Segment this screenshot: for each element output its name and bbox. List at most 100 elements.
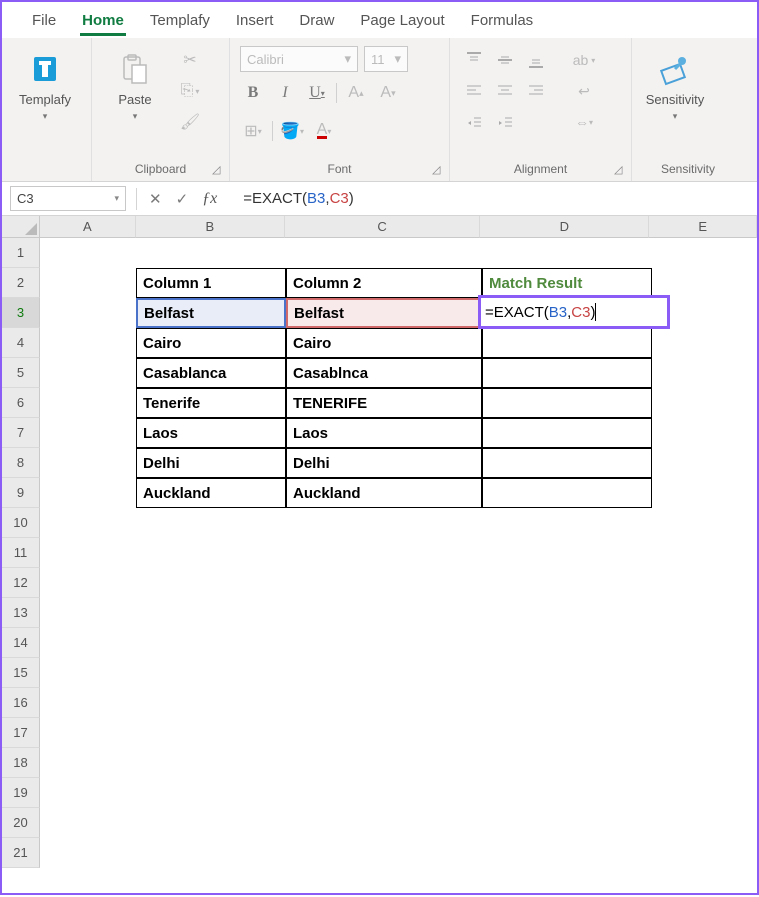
select-all-corner[interactable] bbox=[2, 216, 40, 238]
align-center-button[interactable] bbox=[491, 77, 519, 105]
row-header-5[interactable]: 5 bbox=[2, 358, 40, 388]
orientation-button[interactable]: ab▾ bbox=[562, 46, 606, 74]
column-header-c[interactable]: C bbox=[285, 216, 480, 238]
wrap-text-button[interactable]: ↩ bbox=[562, 77, 606, 105]
fill-color-button[interactable]: 🪣▾ bbox=[279, 118, 305, 144]
row-header-20[interactable]: 20 bbox=[2, 808, 40, 838]
table-cell-c9[interactable]: Auckland bbox=[286, 478, 482, 508]
table-cell-b6[interactable]: Tenerife bbox=[136, 388, 286, 418]
align-middle-button[interactable] bbox=[491, 46, 519, 74]
clipboard-launcher-icon[interactable]: ◿ bbox=[212, 163, 224, 175]
column-header-a[interactable]: A bbox=[40, 216, 136, 238]
cut-button[interactable]: ✂ bbox=[176, 46, 204, 74]
table-cell-c7[interactable]: Laos bbox=[286, 418, 482, 448]
table-cell-b4[interactable]: Cairo bbox=[136, 328, 286, 358]
table-cell-d6[interactable] bbox=[482, 388, 652, 418]
bold-button[interactable]: B bbox=[240, 80, 266, 106]
tab-file[interactable]: File bbox=[20, 4, 68, 37]
templafy-button[interactable]: Templafy ▾ bbox=[8, 42, 82, 122]
row-header-3[interactable]: 3 bbox=[2, 298, 40, 328]
tab-templafy[interactable]: Templafy bbox=[138, 4, 222, 37]
table-cell-c8[interactable]: Delhi bbox=[286, 448, 482, 478]
table-cell-d5[interactable] bbox=[482, 358, 652, 388]
row-header-4[interactable]: 4 bbox=[2, 328, 40, 358]
table-cell-b3[interactable]: Belfast bbox=[136, 298, 286, 328]
table-header-col2[interactable]: Column 2 bbox=[286, 268, 482, 298]
table-cell-d4[interactable] bbox=[482, 328, 652, 358]
column-header-d[interactable]: D bbox=[480, 216, 649, 238]
table-header-col1[interactable]: Column 1 bbox=[136, 268, 286, 298]
increase-indent-button[interactable] bbox=[491, 108, 519, 136]
sensitivity-button[interactable]: Sensitivity ▾ bbox=[638, 42, 712, 122]
row-header-19[interactable]: 19 bbox=[2, 778, 40, 808]
font-name-dropdown[interactable]: Calibri▾ bbox=[240, 46, 358, 72]
tab-insert[interactable]: Insert bbox=[224, 4, 286, 37]
column-header-e[interactable]: E bbox=[649, 216, 757, 238]
decrease-indent-button[interactable] bbox=[460, 108, 488, 136]
ribbon-tabs: File Home Templafy Insert Draw Page Layo… bbox=[2, 2, 757, 38]
row-header-7[interactable]: 7 bbox=[2, 418, 40, 448]
increase-font-button[interactable]: A▴ bbox=[343, 80, 369, 106]
table-header-match[interactable]: Match Result bbox=[482, 268, 652, 298]
row-header-1[interactable]: 1 bbox=[2, 238, 40, 268]
copy-button[interactable]: ⎘▾ bbox=[176, 77, 204, 105]
row-header-15[interactable]: 15 bbox=[2, 658, 40, 688]
row-header-10[interactable]: 10 bbox=[2, 508, 40, 538]
underline-button[interactable]: U▾ bbox=[304, 80, 330, 106]
tab-draw[interactable]: Draw bbox=[287, 4, 346, 37]
row-header-16[interactable]: 16 bbox=[2, 688, 40, 718]
row-header-13[interactable]: 13 bbox=[2, 598, 40, 628]
editing-cell-d3[interactable]: =EXACT(B3,C3) bbox=[478, 295, 670, 329]
align-left-button[interactable] bbox=[460, 77, 488, 105]
row-header-18[interactable]: 18 bbox=[2, 748, 40, 778]
table-cell-d8[interactable] bbox=[482, 448, 652, 478]
name-box[interactable]: C3 ▾ bbox=[10, 186, 126, 211]
formula-input[interactable]: =EXACT(B3,C3) bbox=[227, 190, 757, 207]
row-header-9[interactable]: 9 bbox=[2, 478, 40, 508]
row-header-17[interactable]: 17 bbox=[2, 718, 40, 748]
enter-formula-button[interactable]: ✓ bbox=[176, 190, 189, 208]
tab-formulas[interactable]: Formulas bbox=[459, 4, 546, 37]
align-top-button[interactable] bbox=[460, 46, 488, 74]
merge-icon: ⇔ bbox=[575, 114, 589, 130]
decrease-font-button[interactable]: A▾ bbox=[375, 80, 401, 106]
cancel-formula-button[interactable]: ✕ bbox=[149, 190, 162, 208]
merge-button[interactable]: ⇔▾ bbox=[562, 108, 606, 136]
borders-button[interactable]: ⊞▾ bbox=[240, 118, 266, 144]
row-headers: 123456789101112131415161718192021 bbox=[2, 238, 40, 868]
align-right-button[interactable] bbox=[522, 77, 550, 105]
table-cell-b9[interactable]: Auckland bbox=[136, 478, 286, 508]
italic-button[interactable]: I bbox=[272, 80, 298, 106]
font-color-button[interactable]: A▾ bbox=[311, 118, 337, 144]
cells-area[interactable]: Column 1Column 2Match ResultBelfastBelfa… bbox=[40, 238, 757, 897]
table-cell-c3[interactable]: Belfast bbox=[286, 298, 482, 328]
row-header-21[interactable]: 21 bbox=[2, 838, 40, 868]
row-header-11[interactable]: 11 bbox=[2, 538, 40, 568]
text-cursor bbox=[595, 303, 596, 321]
formula-bar: C3 ▾ ✕ ✓ ƒx =EXACT(B3,C3) bbox=[2, 182, 757, 216]
row-header-6[interactable]: 6 bbox=[2, 388, 40, 418]
font-size-dropdown[interactable]: 11▾ bbox=[364, 46, 408, 72]
table-cell-c4[interactable]: Cairo bbox=[286, 328, 482, 358]
paste-button[interactable]: Paste ▾ bbox=[98, 42, 172, 122]
column-header-b[interactable]: B bbox=[136, 216, 285, 238]
table-cell-c5[interactable]: Casablnca bbox=[286, 358, 482, 388]
tab-home[interactable]: Home bbox=[70, 4, 136, 37]
row-header-12[interactable]: 12 bbox=[2, 568, 40, 598]
row-header-8[interactable]: 8 bbox=[2, 448, 40, 478]
spreadsheet-grid[interactable]: ABCDE 123456789101112131415161718192021 … bbox=[2, 216, 757, 897]
table-cell-d9[interactable] bbox=[482, 478, 652, 508]
align-bottom-button[interactable] bbox=[522, 46, 550, 74]
format-painter-button[interactable]: 🖌 bbox=[176, 108, 204, 136]
row-header-14[interactable]: 14 bbox=[2, 628, 40, 658]
tab-page-layout[interactable]: Page Layout bbox=[348, 4, 456, 37]
table-cell-b7[interactable]: Laos bbox=[136, 418, 286, 448]
insert-function-button[interactable]: ƒx bbox=[202, 190, 217, 208]
alignment-launcher-icon[interactable]: ◿ bbox=[614, 163, 626, 175]
font-launcher-icon[interactable]: ◿ bbox=[432, 163, 444, 175]
table-cell-c6[interactable]: TENERIFE bbox=[286, 388, 482, 418]
table-cell-b5[interactable]: Casablanca bbox=[136, 358, 286, 388]
table-cell-d7[interactable] bbox=[482, 418, 652, 448]
row-header-2[interactable]: 2 bbox=[2, 268, 40, 298]
table-cell-b8[interactable]: Delhi bbox=[136, 448, 286, 478]
